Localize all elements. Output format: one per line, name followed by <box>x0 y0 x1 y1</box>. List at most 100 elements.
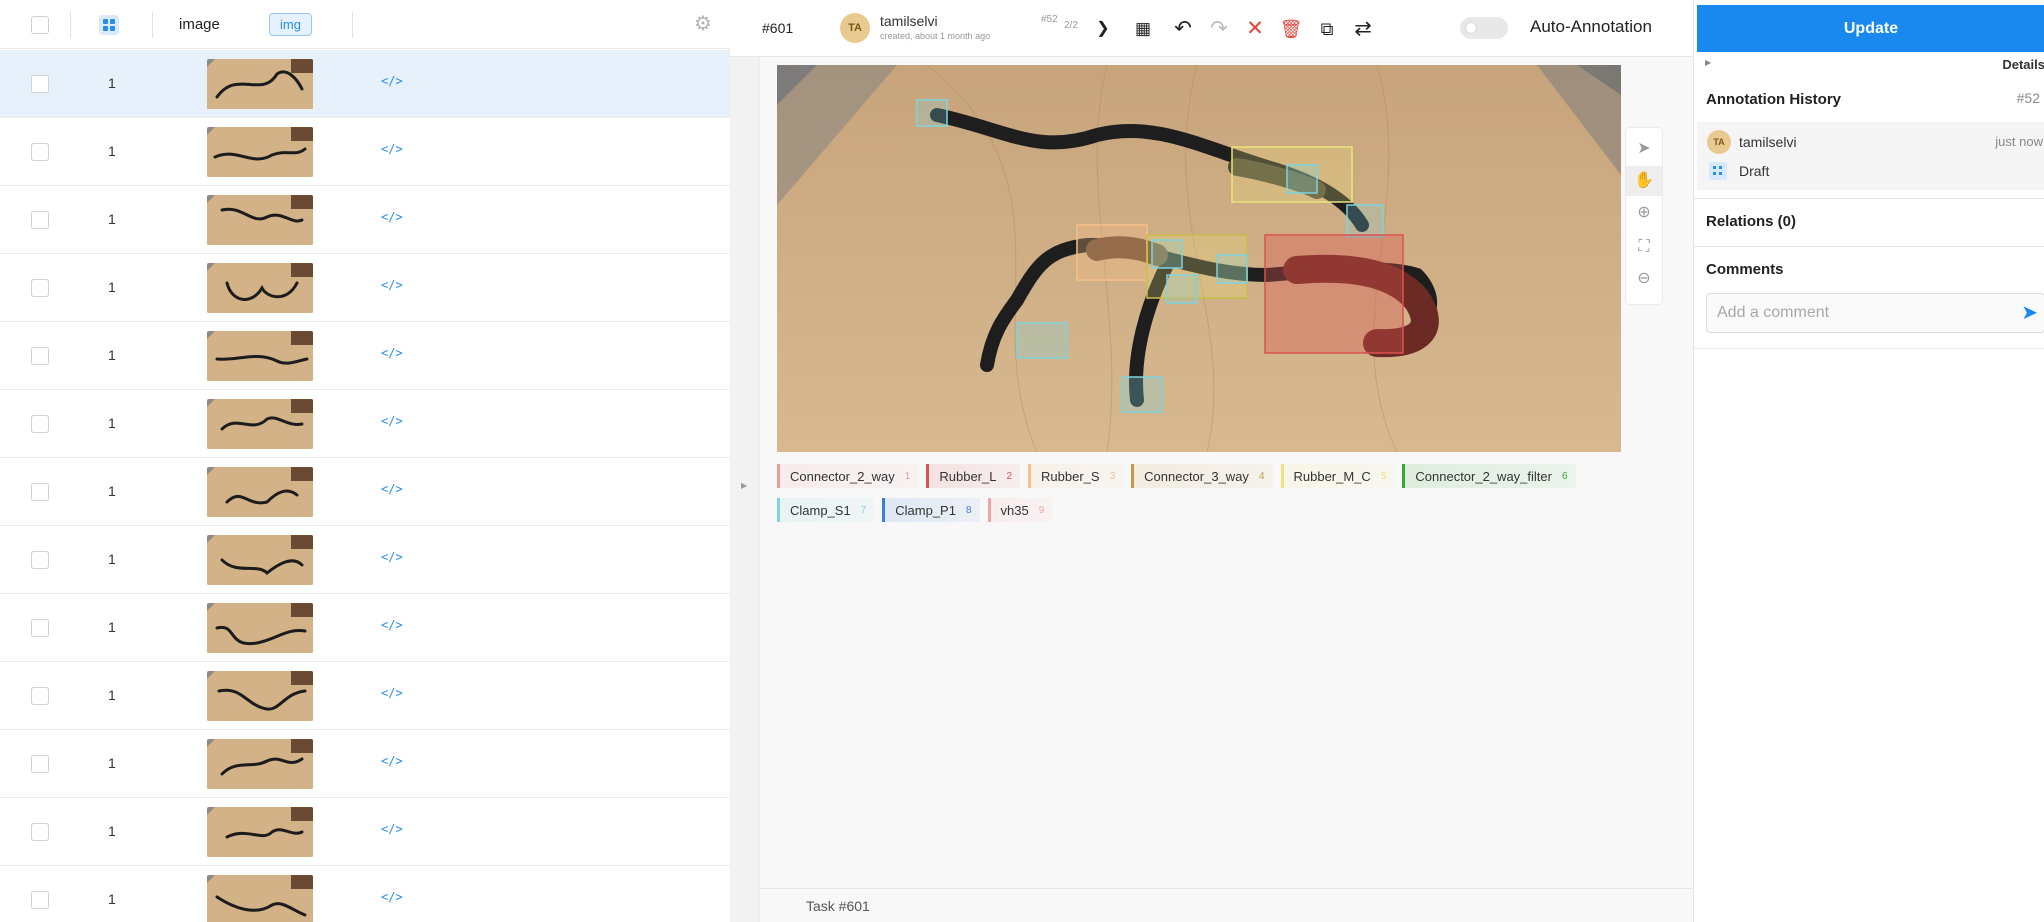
label-hotkey: 8 <box>965 504 972 516</box>
zoom-out-icon[interactable]: ⊖ <box>1626 264 1662 294</box>
reset-icon[interactable]: ✕ <box>1242 16 1268 42</box>
row-source-code-icon[interactable]: </> <box>381 482 403 496</box>
image-canvas[interactable] <box>777 65 1621 452</box>
select-all-checkbox[interactable] <box>31 16 49 34</box>
row-annotation-count: 1 <box>108 823 116 839</box>
row-source-code-icon[interactable]: </> <box>381 618 403 632</box>
label-chip[interactable]: Rubber_L 2 <box>926 464 1021 488</box>
label-chip[interactable]: vh35 9 <box>987 498 1053 522</box>
task-row[interactable]: 1 </> <box>0 118 730 186</box>
row-checkbox[interactable] <box>31 347 49 365</box>
label-chip[interactable]: Rubber_S 3 <box>1028 464 1124 488</box>
label-chip[interactable]: Connector_2_way_filter 6 <box>1402 464 1576 488</box>
details-tab[interactable]: Details <box>2002 57 2044 72</box>
task-row[interactable]: 1 </> <box>0 50 730 118</box>
comment-input[interactable] <box>1717 294 1977 332</box>
row-thumbnail <box>207 263 313 313</box>
row-checkbox[interactable] <box>31 279 49 297</box>
task-row[interactable]: 1 </> <box>0 390 730 458</box>
relations-section: Relations (0) <box>1694 199 2044 247</box>
label-chip[interactable]: Rubber_M_C 5 <box>1280 464 1395 488</box>
swap-icon[interactable]: ⇄ <box>1350 16 1376 42</box>
label-hotkey: 6 <box>1561 470 1568 482</box>
hand-pan-icon[interactable]: ✋ <box>1626 166 1662 196</box>
label-chip[interactable]: Connector_2_way 1 <box>777 464 919 488</box>
zoom-in-icon[interactable]: ⊕ <box>1626 198 1662 228</box>
history-status: Draft <box>1739 163 1770 179</box>
copy-icon[interactable]: ⧉ <box>1314 16 1340 42</box>
row-checkbox[interactable] <box>31 755 49 773</box>
task-row[interactable]: 1 </> <box>0 186 730 254</box>
send-icon[interactable]: ➤ <box>2021 302 2038 324</box>
row-annotation-count: 1 <box>108 211 116 227</box>
row-checkbox[interactable] <box>31 619 49 637</box>
update-button[interactable]: Update <box>1697 5 2044 52</box>
fit-to-screen-icon[interactable]: ⛶ <box>1626 232 1662 262</box>
row-source-code-icon[interactable]: </> <box>381 754 403 768</box>
divider <box>70 12 71 38</box>
row-source-code-icon[interactable]: </> <box>381 142 403 156</box>
row-source-code-icon[interactable]: </> <box>381 686 403 700</box>
label-hotkey: 9 <box>1038 504 1045 516</box>
row-annotation-count: 1 <box>108 279 116 295</box>
task-row[interactable]: 1 </> <box>0 458 730 526</box>
history-time: just now <box>1995 134 2043 149</box>
label-hotkey: 2 <box>1006 470 1013 482</box>
label-chip[interactable]: Clamp_P1 8 <box>882 498 980 522</box>
collapse-arrow-icon[interactable]: ▶ <box>1705 58 1711 67</box>
history-entry[interactable]: TA tamilselvi just now Draft <box>1697 122 2044 190</box>
row-source-code-icon[interactable]: </> <box>381 74 403 88</box>
label-chip[interactable]: Clamp_S1 7 <box>777 498 875 522</box>
task-row[interactable]: 1 </> <box>0 254 730 322</box>
row-source-code-icon[interactable]: </> <box>381 414 403 428</box>
row-checkbox[interactable] <box>31 75 49 93</box>
row-source-code-icon[interactable]: </> <box>381 210 403 224</box>
row-source-code-icon[interactable]: </> <box>381 890 403 904</box>
undo-icon[interactable]: ↶ <box>1170 16 1196 42</box>
task-row[interactable]: 1 </> <box>0 526 730 594</box>
label-name: Connector_2_way <box>790 468 895 484</box>
annotation-pager[interactable]: 2/2 <box>1064 20 1078 31</box>
editor-toolbar: #601 TA tamilselvi created, about 1 mont… <box>730 0 1693 57</box>
row-annotation-count: 1 <box>108 347 116 363</box>
row-checkbox[interactable] <box>31 551 49 569</box>
row-source-code-icon[interactable]: </> <box>381 550 403 564</box>
task-row[interactable]: 1 </> <box>0 798 730 866</box>
settings-icon[interactable]: ⚙ <box>693 14 713 34</box>
row-checkbox[interactable] <box>31 483 49 501</box>
row-source-code-icon[interactable]: </> <box>381 278 403 292</box>
row-source-code-icon[interactable]: </> <box>381 346 403 360</box>
task-row[interactable]: 1 </> <box>0 594 730 662</box>
expand-arrow-icon[interactable]: ▶ <box>741 481 747 490</box>
task-row[interactable]: 1 </> <box>0 662 730 730</box>
column-name[interactable]: image <box>179 16 220 33</box>
delete-icon[interactable]: 🗑 <box>1278 16 1304 42</box>
task-row[interactable]: 1 </> <box>0 730 730 798</box>
label-chip[interactable]: Connector_3_way 4 <box>1131 464 1273 488</box>
pointer-icon[interactable]: ➤ <box>1626 134 1662 164</box>
auto-annotation-toggle[interactable] <box>1460 17 1508 39</box>
row-checkbox[interactable] <box>31 211 49 229</box>
relations-title[interactable]: Relations (0) <box>1706 213 1796 230</box>
details-panel: Update ▶ Details Annotation History #52 … <box>1693 0 2044 922</box>
row-checkbox[interactable] <box>31 823 49 841</box>
grid-icon[interactable]: ▦ <box>1130 16 1156 42</box>
row-checkbox[interactable] <box>31 143 49 161</box>
redo-icon[interactable]: ↷ <box>1206 16 1232 42</box>
row-thumbnail <box>207 331 313 381</box>
panel-collapse-bar[interactable]: ▶ <box>730 57 760 922</box>
annotation-editor: #601 TA tamilselvi created, about 1 mont… <box>730 0 1693 922</box>
row-annotation-count: 1 <box>108 687 116 703</box>
task-row[interactable]: 1 </> <box>0 866 730 922</box>
grid-view-icon[interactable] <box>99 15 119 35</box>
annotator-name: tamilselvi <box>880 13 938 29</box>
task-row[interactable]: 1 </> <box>0 322 730 390</box>
row-checkbox[interactable] <box>31 687 49 705</box>
row-annotation-count: 1 <box>108 415 116 431</box>
row-checkbox[interactable] <box>31 891 49 909</box>
annotation-image[interactable] <box>777 65 1621 452</box>
row-annotation-count: 1 <box>108 75 116 91</box>
row-checkbox[interactable] <box>31 415 49 433</box>
row-source-code-icon[interactable]: </> <box>381 822 403 836</box>
chevron-down-icon[interactable]: ❯ <box>1090 16 1116 42</box>
